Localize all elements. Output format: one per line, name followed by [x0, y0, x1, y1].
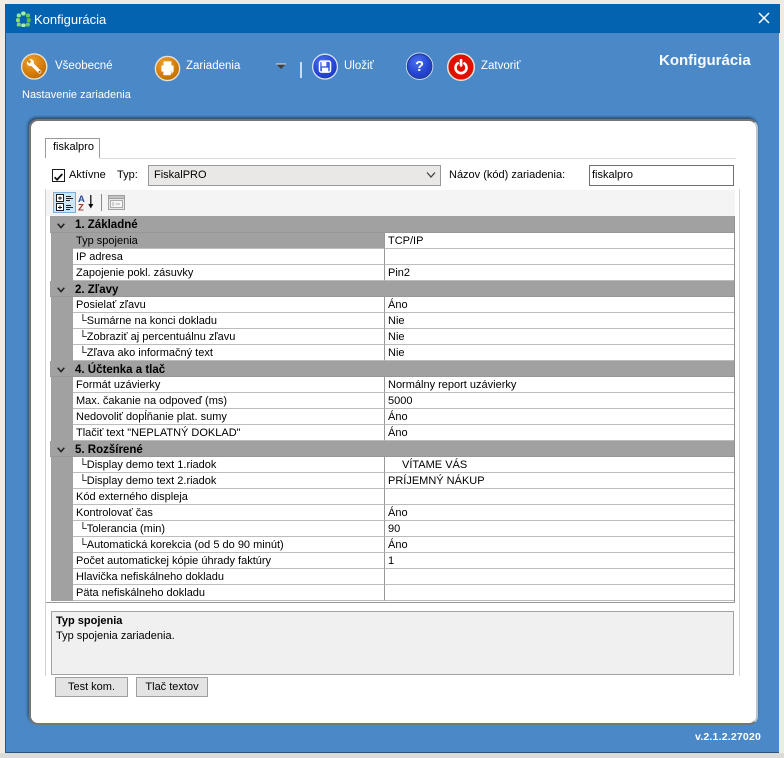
svg-text:Z: Z	[78, 203, 84, 212]
svg-text:?: ?	[415, 59, 424, 75]
